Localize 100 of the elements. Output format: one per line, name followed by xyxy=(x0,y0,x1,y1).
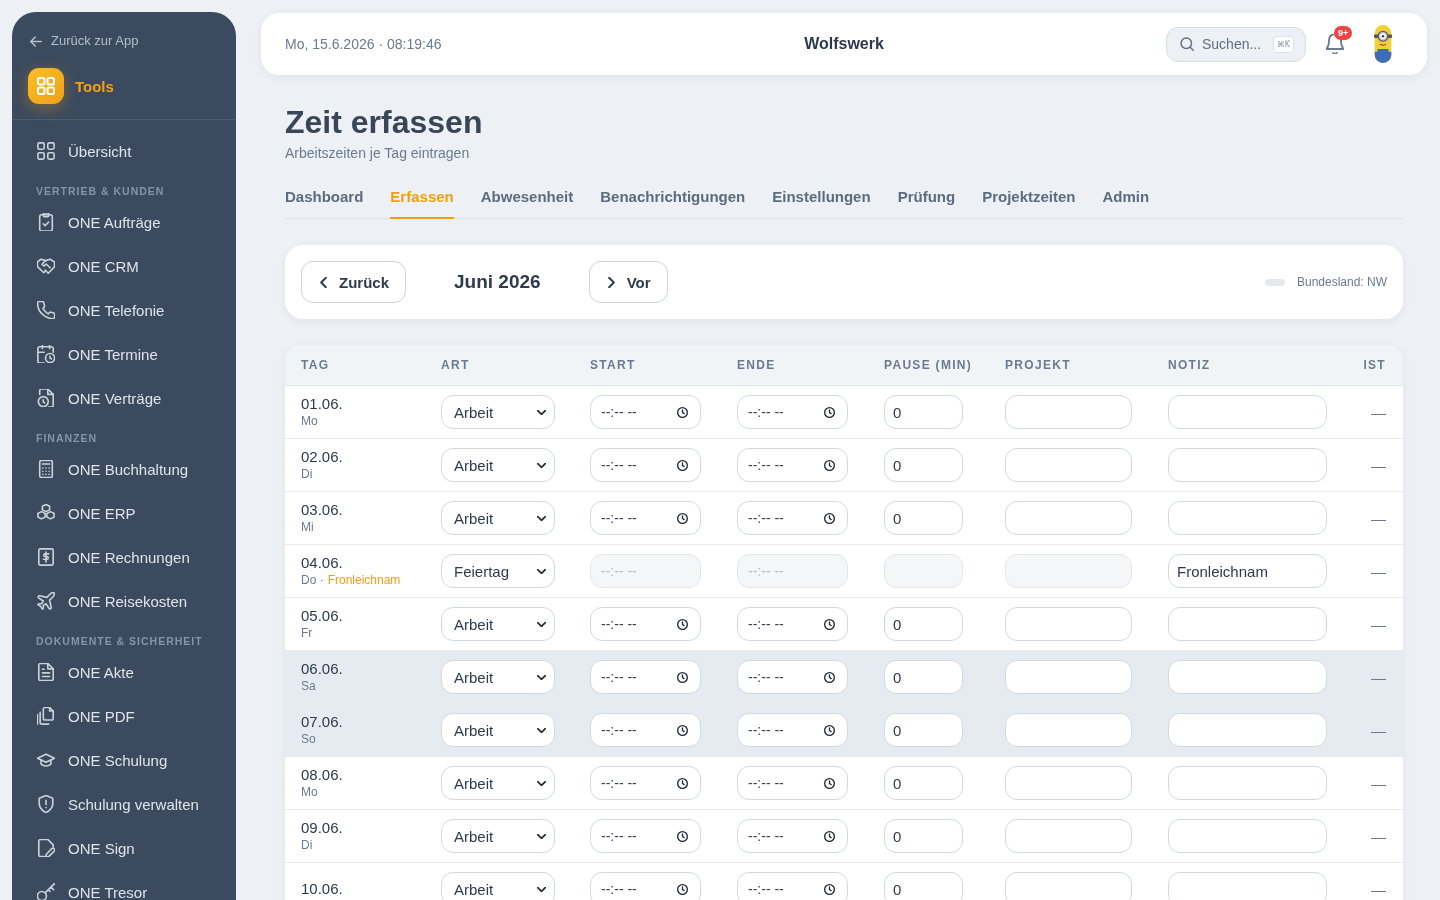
date-label: 06.06. xyxy=(301,660,344,678)
pause-field[interactable]: 0 xyxy=(884,501,963,535)
tab[interactable]: Admin xyxy=(1102,178,1150,219)
tab[interactable]: Einstellungen xyxy=(772,178,871,219)
tab[interactable]: Prüfung xyxy=(897,178,956,219)
start-time-field[interactable]: --:-- -- xyxy=(590,766,701,800)
project-field[interactable] xyxy=(1005,607,1132,641)
document-pen-icon xyxy=(37,839,55,857)
sidebar-item[interactable]: ONE Rechnungen xyxy=(24,535,224,579)
end-time-field[interactable]: --:-- -- xyxy=(737,660,848,694)
shield-alert-icon xyxy=(37,795,55,813)
end-time-field[interactable]: --:-- -- xyxy=(737,713,848,747)
sidebar-item[interactable]: ONE ERP xyxy=(24,491,224,535)
pause-field[interactable]: 0 xyxy=(884,607,963,641)
start-time-field[interactable]: --:-- -- xyxy=(590,448,701,482)
chevron-down-icon xyxy=(537,621,546,627)
note-field[interactable] xyxy=(1168,607,1327,641)
calendar-clock-icon xyxy=(37,345,55,363)
type-select[interactable]: Arbeit xyxy=(441,766,555,800)
note-field[interactable] xyxy=(1168,501,1327,535)
end-time-field[interactable]: --:-- -- xyxy=(737,872,848,900)
project-field[interactable] xyxy=(1005,501,1132,535)
sidebar-item[interactable]: Schulung verwalten xyxy=(24,782,224,826)
section-label: FINANZEN xyxy=(35,431,99,446)
notification-bell-icon[interactable] xyxy=(1326,34,1344,54)
pause-field[interactable]: 0 xyxy=(884,713,963,747)
start-time-field[interactable]: --:-- -- xyxy=(590,660,701,694)
clock-icon xyxy=(677,406,688,418)
sidebar-item[interactable]: ONE Termine xyxy=(24,332,224,376)
chevron-left-icon xyxy=(320,276,327,288)
type-select[interactable]: Arbeit xyxy=(441,395,555,429)
project-field[interactable] xyxy=(1005,819,1132,853)
tab[interactable]: Projektzeiten xyxy=(982,178,1076,219)
pause-field[interactable]: 0 xyxy=(884,660,963,694)
clock-icon xyxy=(824,618,835,630)
project-field[interactable] xyxy=(1005,660,1132,694)
region-label: Bundesland: NW xyxy=(1296,275,1387,289)
note-field[interactable] xyxy=(1168,660,1327,694)
sidebar-item[interactable]: ONE Aufträge xyxy=(24,200,224,244)
sidebar-item[interactable]: ONE Buchhaltung xyxy=(24,447,224,491)
tab[interactable]: Dashboard xyxy=(285,178,364,219)
sidebar-item[interactable]: Übersicht xyxy=(24,129,224,173)
start-time-field[interactable]: --:-- -- xyxy=(590,819,701,853)
project-field[interactable] xyxy=(1005,448,1132,482)
back-link[interactable]: Zurück zur App xyxy=(28,33,220,49)
note-field[interactable] xyxy=(1168,872,1327,900)
type-select[interactable]: Arbeit xyxy=(441,501,555,535)
pause-field[interactable]: 0 xyxy=(884,872,963,900)
type-select[interactable]: Arbeit xyxy=(441,819,555,853)
pause-field[interactable]: 0 xyxy=(884,819,963,853)
end-time-field[interactable]: --:-- -- xyxy=(737,607,848,641)
start-time-field[interactable]: --:-- -- xyxy=(590,395,701,429)
note-field[interactable] xyxy=(1168,819,1327,853)
start-time-field[interactable]: --:-- -- xyxy=(590,607,701,641)
end-time-field[interactable]: --:-- -- xyxy=(737,501,848,535)
project-field[interactable] xyxy=(1005,872,1132,900)
end-time-field[interactable]: --:-- -- xyxy=(737,766,848,800)
note-field[interactable] xyxy=(1168,713,1327,747)
clock-icon xyxy=(824,724,835,736)
end-time-field[interactable]: --:-- -- xyxy=(737,448,848,482)
actual-hours-value: — xyxy=(1371,721,1386,739)
pause-field[interactable]: 0 xyxy=(884,448,963,482)
next-month-button[interactable]: Vor xyxy=(588,261,668,303)
sidebar-item[interactable]: ONE PDF xyxy=(24,694,224,738)
weekday-label: Di xyxy=(301,838,313,853)
type-select[interactable]: Arbeit xyxy=(441,448,555,482)
clock-icon xyxy=(677,724,688,736)
pause-field[interactable]: 0 xyxy=(884,395,963,429)
sidebar-item[interactable]: ONE CRM xyxy=(24,244,224,288)
type-select[interactable]: Arbeit xyxy=(441,660,555,694)
project-field[interactable] xyxy=(1005,395,1132,429)
document-clock-icon xyxy=(37,389,55,407)
start-time-field[interactable]: --:-- -- xyxy=(590,872,701,900)
type-select[interactable]: Arbeit xyxy=(441,713,555,747)
sidebar-item[interactable]: ONE Schulung xyxy=(24,738,224,782)
project-field[interactable] xyxy=(1005,766,1132,800)
type-select[interactable]: Arbeit xyxy=(441,607,555,641)
note-field[interactable] xyxy=(1168,448,1327,482)
start-time-field[interactable]: --:-- -- xyxy=(590,501,701,535)
start-time-field[interactable]: --:-- -- xyxy=(590,713,701,747)
previous-month-button[interactable]: Zurück xyxy=(301,261,406,303)
pause-field[interactable]: 0 xyxy=(884,766,963,800)
type-select[interactable]: Arbeit xyxy=(441,872,555,900)
date-label: 01.06. xyxy=(301,395,344,413)
sidebar-item[interactable]: ONE Tresor xyxy=(24,870,224,900)
sidebar-item[interactable]: ONE Akte xyxy=(24,650,224,694)
actual-hours-value: — xyxy=(1371,509,1386,527)
brand-name: Tools xyxy=(75,77,114,95)
sidebar-item[interactable]: ONE Verträge xyxy=(24,376,224,420)
cartoon-avatar-icon[interactable] xyxy=(1373,24,1393,64)
note-field[interactable] xyxy=(1168,395,1327,429)
sidebar-item[interactable]: ONE Reisekosten xyxy=(24,579,224,623)
tab[interactable]: Abwesenheit xyxy=(480,178,574,219)
sidebar-item[interactable]: ONE Sign xyxy=(24,826,224,870)
sidebar-item[interactable]: ONE Telefonie xyxy=(24,288,224,332)
note-field[interactable] xyxy=(1168,766,1327,800)
end-time-field[interactable]: --:-- -- xyxy=(737,819,848,853)
project-field[interactable] xyxy=(1005,713,1132,747)
end-time-field[interactable]: --:-- -- xyxy=(737,395,848,429)
tab[interactable]: Benachrichtigungen xyxy=(600,178,746,219)
